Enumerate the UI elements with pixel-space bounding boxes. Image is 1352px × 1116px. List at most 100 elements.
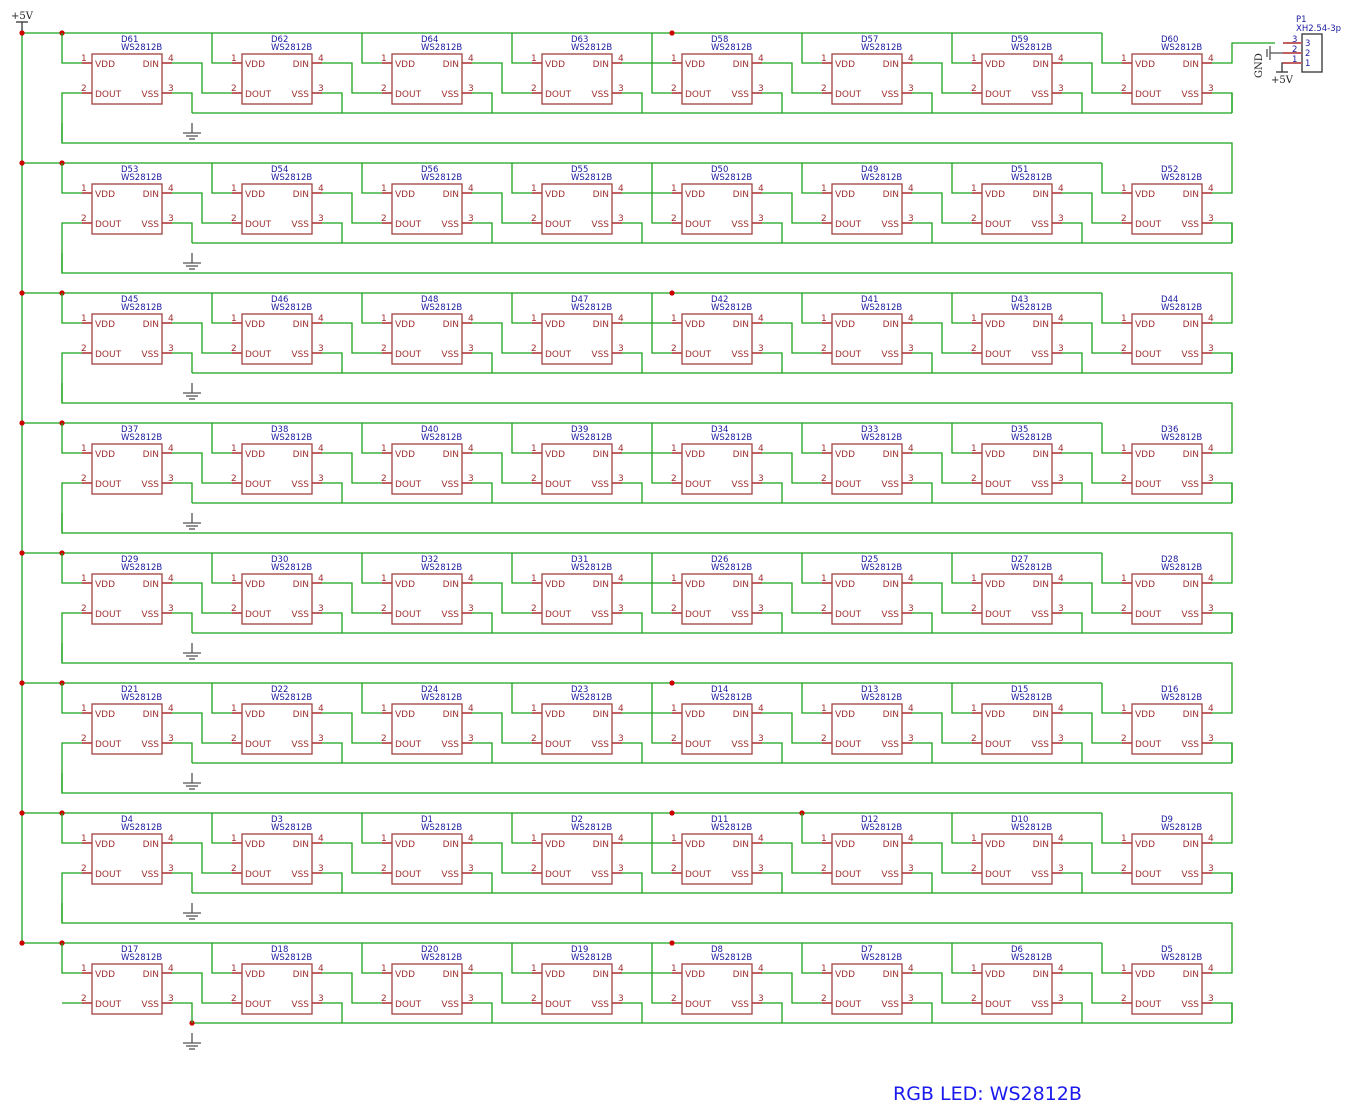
led-d2[interactable]: VDDDOUTDINVSS1243D2WS2812B xyxy=(531,815,624,885)
pin-number: 2 xyxy=(821,734,827,744)
pin-label-vdd: VDD xyxy=(395,320,415,330)
led-d29[interactable]: VDDDOUTDINVSS1243D29WS2812B xyxy=(81,555,174,625)
led-d9[interactable]: VDDDOUTDINVSS1243D9WS2812B xyxy=(1121,815,1214,885)
pin-number: 2 xyxy=(821,214,827,224)
led-d36[interactable]: VDDDOUTDINVSS1243D36WS2812B xyxy=(1121,425,1214,495)
part-value: WS2812B xyxy=(711,823,752,833)
led-d10[interactable]: VDDDOUTDINVSS1243D10WS2812B xyxy=(971,815,1064,885)
pin-label-dout: DOUT xyxy=(245,740,272,750)
led-d39[interactable]: VDDDOUTDINVSS1243D39WS2812B xyxy=(531,425,624,495)
led-d48[interactable]: VDDDOUTDINVSS1243D48WS2812B xyxy=(381,295,474,365)
led-d17[interactable]: VDDDOUTDINVSS1243D17WS2812B xyxy=(81,945,174,1015)
pin-label-din: DIN xyxy=(443,450,459,460)
vdd-wire xyxy=(61,293,82,324)
led-d35[interactable]: VDDDOUTDINVSS1243D35WS2812B xyxy=(971,425,1064,495)
led-d40[interactable]: VDDDOUTDINVSS1243D40WS2812B xyxy=(381,425,474,495)
pin-label-vss: VSS xyxy=(291,1000,309,1010)
led-d31[interactable]: VDDDOUTDINVSS1243D31WS2812B xyxy=(531,555,624,625)
led-d11[interactable]: VDDDOUTDINVSS1243D11WS2812B xyxy=(671,815,764,885)
led-d5[interactable]: VDDDOUTDINVSS1243D5WS2812B xyxy=(1121,945,1214,1015)
led-d37[interactable]: VDDDOUTDINVSS1243D37WS2812B xyxy=(81,425,174,495)
led-d57[interactable]: VDDDOUTDINVSS1243D57WS2812B xyxy=(821,35,914,105)
led-d42[interactable]: VDDDOUTDINVSS1243D42WS2812B xyxy=(671,295,764,365)
led-d13[interactable]: VDDDOUTDINVSS1243D13WS2812B xyxy=(821,685,914,755)
led-d26[interactable]: VDDDOUTDINVSS1243D26WS2812B xyxy=(671,555,764,625)
pin-number: 2 xyxy=(531,864,537,874)
vdd-wire xyxy=(361,33,382,64)
led-d3[interactable]: VDDDOUTDINVSS1243D3WS2812B xyxy=(231,815,324,885)
led-d23[interactable]: VDDDOUTDINVSS1243D23WS2812B xyxy=(531,685,624,755)
led-d60[interactable]: VDDDOUTDINVSS1243D60WS2812B xyxy=(1121,35,1214,105)
led-d62[interactable]: VDDDOUTDINVSS1243D62WS2812B xyxy=(231,35,324,105)
led-d20[interactable]: VDDDOUTDINVSS1243D20WS2812B xyxy=(381,945,474,1015)
pin-label-vdd: VDD xyxy=(545,60,565,70)
pin-label-vss: VSS xyxy=(441,1000,459,1010)
vdd-wire xyxy=(361,163,382,194)
led-d44[interactable]: VDDDOUTDINVSS1243D44WS2812B xyxy=(1121,295,1214,365)
pin-number: 2 xyxy=(971,604,977,614)
led-d7[interactable]: VDDDOUTDINVSS1243D7WS2812B xyxy=(821,945,914,1015)
data-wire xyxy=(172,972,232,1004)
led-d50[interactable]: VDDDOUTDINVSS1243D50WS2812B xyxy=(671,165,764,235)
led-d54[interactable]: VDDDOUTDINVSS1243D54WS2812B xyxy=(231,165,324,235)
led-d24[interactable]: VDDDOUTDINVSS1243D24WS2812B xyxy=(381,685,474,755)
led-d8[interactable]: VDDDOUTDINVSS1243D8WS2812B xyxy=(671,945,764,1015)
led-d33[interactable]: VDDDOUTDINVSS1243D33WS2812B xyxy=(821,425,914,495)
data-wire xyxy=(1062,452,1122,484)
led-d45[interactable]: VDDDOUTDINVSS1243D45WS2812B xyxy=(81,295,174,365)
led-d51[interactable]: VDDDOUTDINVSS1243D51WS2812B xyxy=(971,165,1064,235)
led-d12[interactable]: VDDDOUTDINVSS1243D12WS2812B xyxy=(821,815,914,885)
connector-pin-number: 3 xyxy=(1292,35,1297,45)
led-d34[interactable]: VDDDOUTDINVSS1243D34WS2812B xyxy=(671,425,764,495)
led-d53[interactable]: VDDDOUTDINVSS1243D53WS2812B xyxy=(81,165,174,235)
led-d16[interactable]: VDDDOUTDINVSS1243D16WS2812B xyxy=(1121,685,1214,755)
led-d56[interactable]: VDDDOUTDINVSS1243D56WS2812B xyxy=(381,165,474,235)
led-d21[interactable]: VDDDOUTDINVSS1243D21WS2812B xyxy=(81,685,174,755)
led-d41[interactable]: VDDDOUTDINVSS1243D41WS2812B xyxy=(821,295,914,365)
vss-wire xyxy=(472,222,493,243)
led-d22[interactable]: VDDDOUTDINVSS1243D22WS2812B xyxy=(231,685,324,755)
led-d58[interactable]: VDDDOUTDINVSS1243D58WS2812B xyxy=(671,35,764,105)
pin-number: 2 xyxy=(1121,214,1127,224)
led-d38[interactable]: VDDDOUTDINVSS1243D38WS2812B xyxy=(231,425,324,495)
vdd-wire xyxy=(361,683,382,714)
led-d15[interactable]: VDDDOUTDINVSS1243D15WS2812B xyxy=(971,685,1064,755)
data-wire xyxy=(762,712,822,744)
pin-label-vss: VSS xyxy=(731,610,749,620)
pin-label-vdd: VDD xyxy=(685,320,705,330)
pin-number: 2 xyxy=(231,84,237,94)
led-d49[interactable]: VDDDOUTDINVSS1243D49WS2812B xyxy=(821,165,914,235)
led-d19[interactable]: VDDDOUTDINVSS1243D19WS2812B xyxy=(531,945,624,1015)
data-wire xyxy=(172,192,232,224)
led-d63[interactable]: VDDDOUTDINVSS1243D63WS2812B xyxy=(531,35,624,105)
vss-wire xyxy=(762,92,783,113)
pin-label-din: DIN xyxy=(883,320,899,330)
led-d32[interactable]: VDDDOUTDINVSS1243D32WS2812B xyxy=(381,555,474,625)
led-d64[interactable]: VDDDOUTDINVSS1243D64WS2812B xyxy=(381,35,474,105)
led-d59[interactable]: VDDDOUTDINVSS1243D59WS2812B xyxy=(971,35,1064,105)
led-d55[interactable]: VDDDOUTDINVSS1243D55WS2812B xyxy=(531,165,624,235)
connector-value: XH2.54-3p xyxy=(1296,24,1341,34)
led-d28[interactable]: VDDDOUTDINVSS1243D28WS2812B xyxy=(1121,555,1214,625)
led-d47[interactable]: VDDDOUTDINVSS1243D47WS2812B xyxy=(531,295,624,365)
vdd-wire xyxy=(651,683,672,714)
led-d30[interactable]: VDDDOUTDINVSS1243D30WS2812B xyxy=(231,555,324,625)
led-d18[interactable]: VDDDOUTDINVSS1243D18WS2812B xyxy=(231,945,324,1015)
led-d43[interactable]: VDDDOUTDINVSS1243D43WS2812B xyxy=(971,295,1064,365)
data-wire-chain xyxy=(61,253,1233,324)
led-d14[interactable]: VDDDOUTDINVSS1243D14WS2812B xyxy=(671,685,764,755)
led-d61[interactable]: VDDDOUTDINVSS1243D61WS2812B xyxy=(81,35,174,105)
led-d4[interactable]: VDDDOUTDINVSS1243D4WS2812B xyxy=(81,815,174,885)
schematic-canvas: +5VVDDDOUTDINVSS1243D61WS2812BVDDDOUTDIN… xyxy=(11,11,1341,1050)
led-d6[interactable]: VDDDOUTDINVSS1243D6WS2812B xyxy=(971,945,1064,1015)
led-d52[interactable]: VDDDOUTDINVSS1243D52WS2812B xyxy=(1121,165,1214,235)
pin-label-vss: VSS xyxy=(141,90,159,100)
vss-wire xyxy=(622,482,643,503)
led-d1[interactable]: VDDDOUTDINVSS1243D1WS2812B xyxy=(381,815,474,885)
led-d46[interactable]: VDDDOUTDINVSS1243D46WS2812B xyxy=(231,295,324,365)
pin-label-din: DIN xyxy=(143,840,159,850)
pin-label-dout: DOUT xyxy=(545,350,572,360)
led-d25[interactable]: VDDDOUTDINVSS1243D25WS2812B xyxy=(821,555,914,625)
data-wire xyxy=(472,842,532,874)
led-d27[interactable]: VDDDOUTDINVSS1243D27WS2812B xyxy=(971,555,1064,625)
